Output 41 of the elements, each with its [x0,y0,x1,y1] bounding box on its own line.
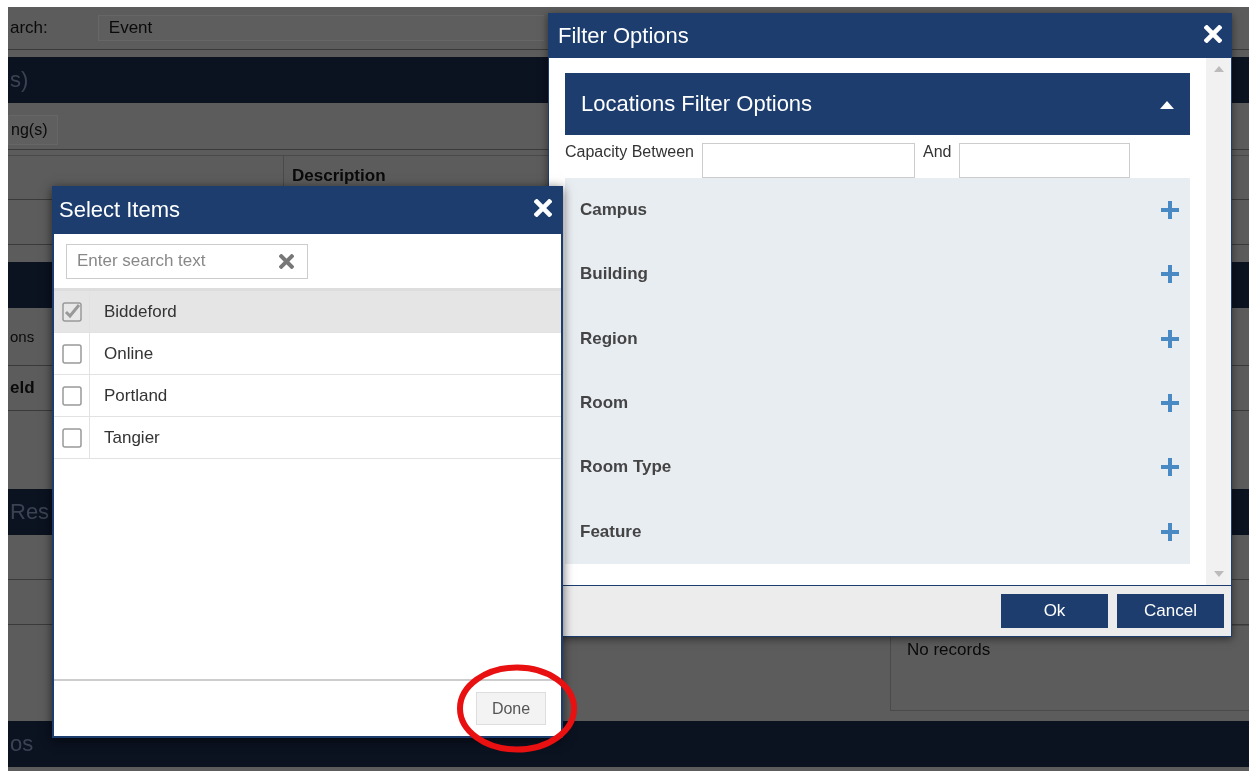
plus-icon [1160,328,1180,349]
filter-group[interactable]: Room Type [565,435,1190,500]
checkbox[interactable] [61,301,82,322]
section-title: Locations Filter Options [581,91,813,117]
done-button[interactable]: Done [476,692,546,725]
filter-group[interactable]: Building [565,242,1190,307]
plus-icon [1160,457,1180,478]
search-field[interactable]: Enter search text [66,243,308,279]
list-item[interactable]: Tangier [90,417,160,458]
scroll-up-icon[interactable] [1213,66,1224,72]
filter-group[interactable]: Campus [565,178,1190,243]
checkbox[interactable] [61,343,82,364]
column-header: Description [292,166,386,186]
dialog-title: Select Items [59,197,181,223]
checkbox[interactable] [61,385,82,406]
filter-group[interactable]: Region [565,306,1190,371]
row-text: ons [10,328,35,345]
search-label: arch: [10,18,48,38]
dialog-button[interactable]: Cancel [1117,594,1224,628]
max-capacity-field[interactable] [959,143,1131,178]
plus-icon [1160,264,1180,285]
filter-group[interactable]: Room [565,371,1190,436]
filter-group[interactable]: Feature [565,499,1190,564]
and-label: And [922,143,952,161]
section-header[interactable]: Locations Filter Options [565,73,1190,135]
dialog-button[interactable]: Ok [1001,594,1108,628]
caret-icon [1160,99,1174,109]
plus-icon [1160,393,1180,414]
capacity-label: Capacity Between [565,143,694,161]
list-item[interactable]: Portland [90,375,168,416]
scrollbar[interactable] [1206,58,1231,585]
scroll-down-icon[interactable] [1213,571,1224,577]
checkbox[interactable] [61,427,82,448]
dialog-title: Filter Options [558,23,689,49]
list-item[interactable]: Biddeford [90,291,177,332]
plus-icon [1160,521,1180,542]
field-label: eld [10,378,35,398]
min-capacity-field[interactable] [701,143,915,178]
list-item[interactable]: Online [90,333,154,374]
field-value: Event [108,18,153,38]
plus-icon [1160,200,1180,221]
